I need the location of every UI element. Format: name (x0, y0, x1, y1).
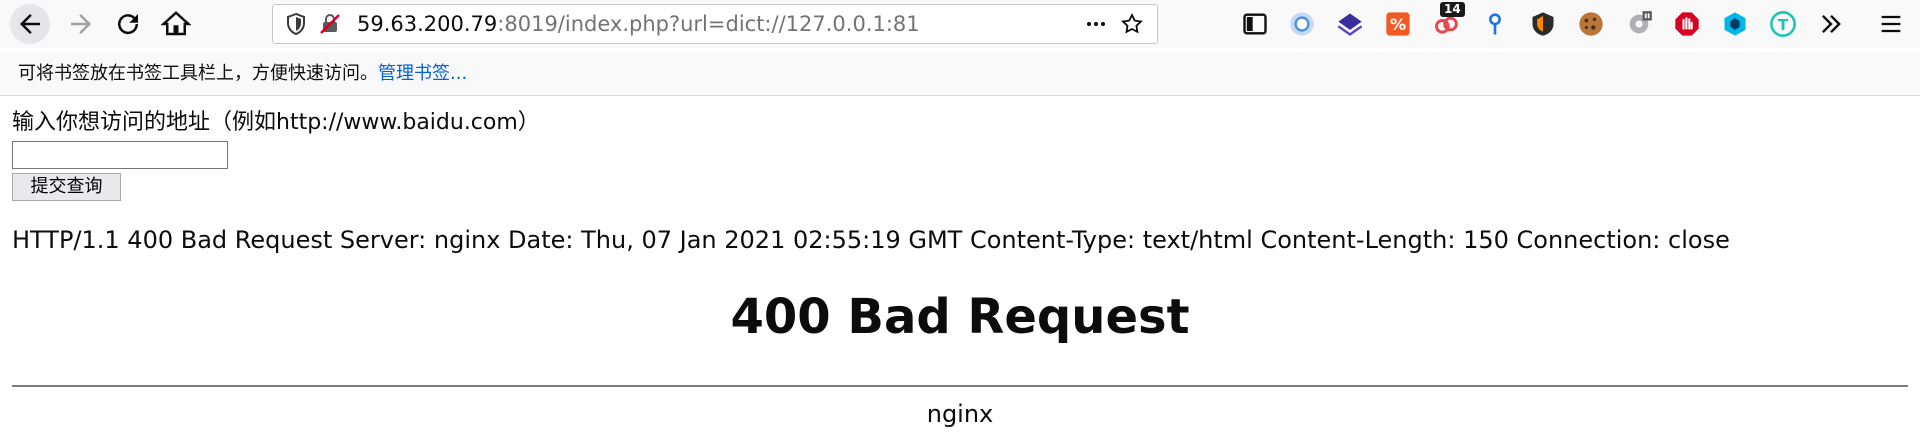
page-heading: 400 Bad Request (730, 289, 1190, 345)
home-icon (161, 11, 191, 36)
horizontal-rule (12, 385, 1908, 387)
forward-button[interactable] (62, 5, 100, 43)
reload-icon (118, 14, 139, 35)
home-button[interactable] (157, 5, 195, 43)
reload-button[interactable] (109, 5, 147, 43)
cookie-extension-icon[interactable] (1576, 9, 1606, 39)
shield-orange-extension-icon[interactable] (1528, 9, 1558, 39)
svg-text:T: T (1778, 16, 1789, 34)
url-text[interactable]: 59.63.200.79:8019/index.php?url=dict://1… (357, 11, 920, 37)
star-icon[interactable] (1119, 11, 1145, 37)
insecure-lock-icon[interactable] (317, 11, 343, 37)
menu-icon[interactable] (1876, 9, 1906, 39)
extension-badge: 14 (1440, 2, 1465, 17)
address-bar[interactable]: 59.63.200.79:8019/index.php?url=dict://1… (272, 4, 1158, 44)
bookmarks-hint: 可将书签放在书签工具栏上，方便快速访问。管理书签... (18, 62, 467, 86)
stop-hand-extension-icon[interactable] (1672, 9, 1702, 39)
forward-icon (71, 14, 91, 34)
back-icon (20, 14, 40, 34)
page-content: 输入你想访问的地址（例如http://www.baidu.com） 提交查询 H… (0, 97, 1920, 447)
url-prompt-label: 输入你想访问的地址（例如http://www.baidu.com） (12, 110, 540, 135)
sidebar-icon[interactable] (1240, 9, 1270, 39)
shield-icon[interactable] (283, 11, 309, 37)
url-path: :8019/index.php?url=dict://127.0.0.1:81 (497, 12, 920, 36)
pin-extension-icon[interactable] (1480, 9, 1510, 39)
bookmarks-toolbar: 可将书签放在书签工具栏上，方便快速访问。管理书签... (0, 52, 1920, 96)
circle-extension-icon[interactable] (1287, 9, 1317, 39)
more-icon[interactable] (1083, 11, 1109, 37)
back-button[interactable] (10, 4, 50, 44)
manage-bookmarks-link[interactable]: 管理书签... (378, 63, 467, 84)
url-host: 59.63.200.79 (357, 12, 498, 36)
svg-text:%: % (1390, 15, 1406, 34)
layers-extension-icon[interactable] (1335, 9, 1365, 39)
url-input[interactable] (12, 141, 228, 169)
percent-extension-icon[interactable]: % (1383, 9, 1413, 39)
gear-extension-icon[interactable] (1624, 9, 1654, 39)
submit-button[interactable]: 提交查询 (12, 173, 121, 201)
chevron-double-right-icon[interactable] (1816, 9, 1846, 39)
browser-toolbar: 59.63.200.79:8019/index.php?url=dict://1… (0, 0, 1920, 48)
cube-extension-icon[interactable] (1720, 9, 1750, 39)
response-headers-text: HTTP/1.1 400 Bad Request Server: nginx D… (12, 226, 1730, 254)
teal-t-extension-icon[interactable]: T (1768, 9, 1798, 39)
server-footer: nginx (926, 400, 994, 428)
bookmarks-hint-text: 可将书签放在书签工具栏上，方便快速访问。 (18, 63, 378, 84)
